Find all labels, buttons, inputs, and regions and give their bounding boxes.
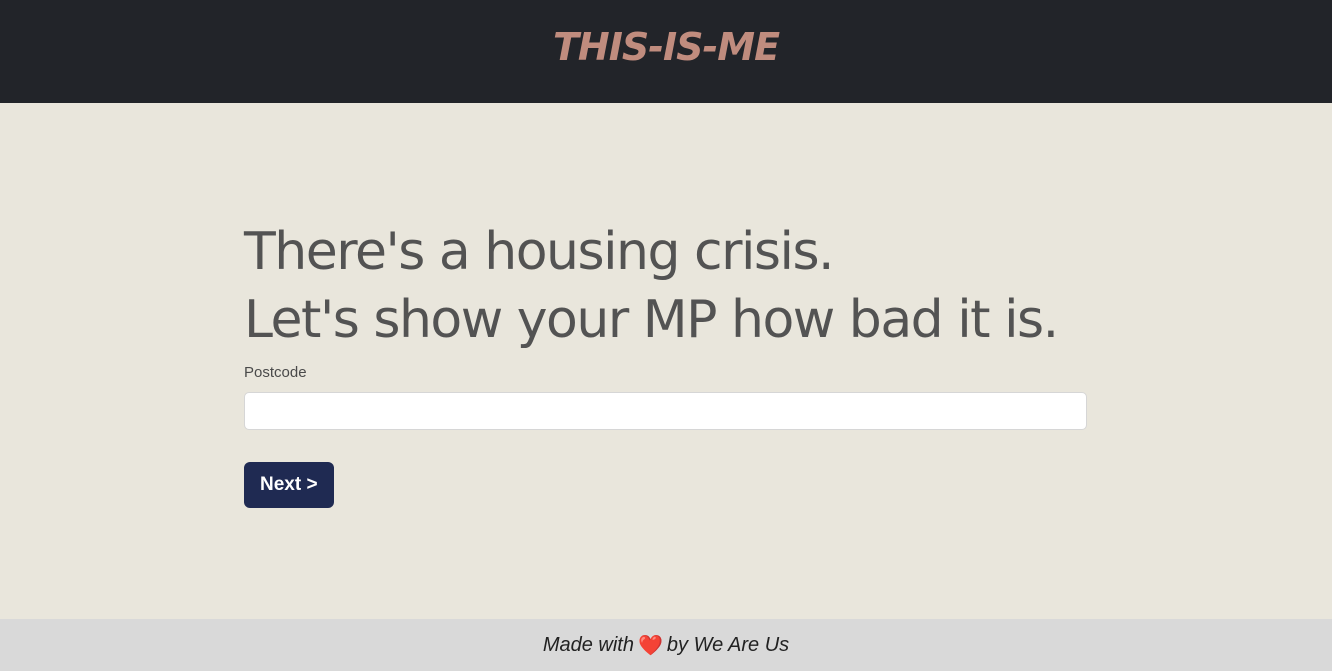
site-footer: Made with ❤️ by We Are Us	[0, 619, 1332, 671]
site-header: THIS-IS-ME	[0, 0, 1332, 103]
main-content: There's a housing crisis. Let's show you…	[244, 218, 1087, 508]
postcode-label: Postcode	[244, 364, 307, 381]
page-headline: There's a housing crisis. Let's show you…	[244, 218, 1087, 354]
site-logo[interactable]: THIS-IS-ME	[553, 25, 780, 69]
next-button[interactable]: Next >	[244, 462, 334, 508]
footer-prefix: Made with	[542, 633, 634, 656]
headline-line-2: Let's show your MP how bad it is.	[244, 290, 1059, 350]
footer-suffix: by We Are Us	[666, 633, 790, 656]
heart-icon: ❤️	[637, 634, 663, 657]
headline-line-1: There's a housing crisis.	[244, 222, 835, 282]
postcode-input[interactable]	[244, 392, 1087, 430]
